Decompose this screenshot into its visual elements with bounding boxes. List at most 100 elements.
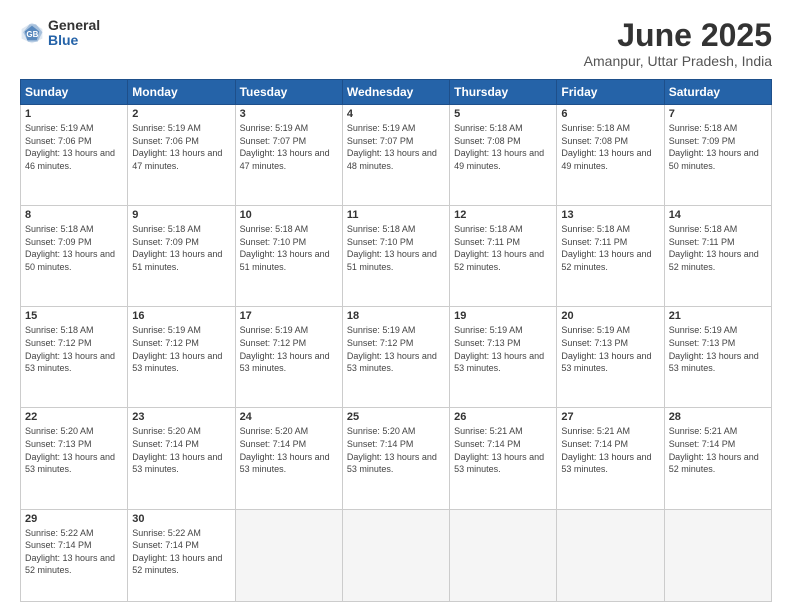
cell-info: Sunrise: 5:19 AMSunset: 7:06 PMDaylight:… bbox=[132, 123, 222, 171]
day-number: 3 bbox=[240, 108, 338, 120]
table-row: 29 Sunrise: 5:22 AMSunset: 7:14 PMDayligh… bbox=[21, 509, 128, 602]
day-number: 17 bbox=[240, 310, 338, 322]
cell-info: Sunrise: 5:22 AMSunset: 7:14 PMDaylight:… bbox=[132, 528, 222, 576]
day-number: 20 bbox=[561, 310, 659, 322]
table-row bbox=[235, 509, 342, 602]
cell-info: Sunrise: 5:18 AMSunset: 7:08 PMDaylight:… bbox=[454, 123, 544, 171]
cell-info: Sunrise: 5:18 AMSunset: 7:09 PMDaylight:… bbox=[25, 224, 115, 272]
table-row: 2 Sunrise: 5:19 AMSunset: 7:06 PMDaylight… bbox=[128, 105, 235, 206]
calendar-header-row: Sunday Monday Tuesday Wednesday Thursday… bbox=[21, 80, 772, 105]
table-row: 14 Sunrise: 5:18 AMSunset: 7:11 PMDayligh… bbox=[664, 206, 771, 307]
day-number: 25 bbox=[347, 411, 445, 423]
table-row: 6Sunrise: 5:18 AMSunset: 7:08 PMDaylight… bbox=[557, 105, 664, 206]
day-number: 18 bbox=[347, 310, 445, 322]
cell-info: Sunrise: 5:19 AMSunset: 7:07 PMDaylight:… bbox=[347, 123, 437, 171]
table-row: 27 Sunrise: 5:21 AMSunset: 7:14 PMDayligh… bbox=[557, 408, 664, 509]
table-row: 24 Sunrise: 5:20 AMSunset: 7:14 PMDayligh… bbox=[235, 408, 342, 509]
table-row: 1 Sunrise: 5:19 AMSunset: 7:06 PMDaylight… bbox=[21, 105, 128, 206]
title-block: June 2025 Amanpur, Uttar Pradesh, India bbox=[584, 18, 772, 69]
cell-info: Sunrise: 5:21 AMSunset: 7:14 PMDaylight:… bbox=[454, 426, 544, 474]
col-monday: Monday bbox=[128, 80, 235, 105]
table-row bbox=[450, 509, 557, 602]
col-wednesday: Wednesday bbox=[342, 80, 449, 105]
day-number: 1 bbox=[25, 108, 123, 120]
logo-blue: Blue bbox=[48, 32, 78, 48]
cell-info: Sunrise: 5:19 AMSunset: 7:13 PMDaylight:… bbox=[669, 325, 759, 373]
day-number: 22 bbox=[25, 411, 123, 423]
day-number: 30 bbox=[132, 513, 230, 525]
day-number: 15 bbox=[25, 310, 123, 322]
cell-info: Sunrise: 5:18 AMSunset: 7:09 PMDaylight:… bbox=[669, 123, 759, 171]
table-row: 30 Sunrise: 5:22 AMSunset: 7:14 PMDayligh… bbox=[128, 509, 235, 602]
table-row: 15Sunrise: 5:18 AMSunset: 7:12 PMDayligh… bbox=[21, 307, 128, 408]
day-number: 29 bbox=[25, 513, 123, 525]
day-number: 27 bbox=[561, 411, 659, 423]
cell-info: Sunrise: 5:19 AMSunset: 7:12 PMDaylight:… bbox=[240, 325, 330, 373]
cell-info: Sunrise: 5:20 AMSunset: 7:14 PMDaylight:… bbox=[240, 426, 330, 474]
cell-info: Sunrise: 5:22 AMSunset: 7:14 PMDaylight:… bbox=[25, 528, 115, 576]
cell-info: Sunrise: 5:19 AMSunset: 7:12 PMDaylight:… bbox=[132, 325, 222, 373]
logo: GB General Blue bbox=[20, 18, 100, 49]
table-row bbox=[342, 509, 449, 602]
logo-text: General Blue bbox=[48, 18, 100, 49]
table-row: 9 Sunrise: 5:18 AMSunset: 7:09 PMDaylight… bbox=[128, 206, 235, 307]
table-row: 12 Sunrise: 5:18 AMSunset: 7:11 PMDayligh… bbox=[450, 206, 557, 307]
day-number: 12 bbox=[454, 209, 552, 221]
day-number: 4 bbox=[347, 108, 445, 120]
cell-info: Sunrise: 5:19 AMSunset: 7:13 PMDaylight:… bbox=[454, 325, 544, 373]
table-row: 19 Sunrise: 5:19 AMSunset: 7:13 PMDayligh… bbox=[450, 307, 557, 408]
cell-info: Sunrise: 5:18 AMSunset: 7:09 PMDaylight:… bbox=[132, 224, 222, 272]
table-row: 8 Sunrise: 5:18 AMSunset: 7:09 PMDaylight… bbox=[21, 206, 128, 307]
cell-info: Sunrise: 5:20 AMSunset: 7:14 PMDaylight:… bbox=[347, 426, 437, 474]
svg-text:GB: GB bbox=[26, 30, 38, 39]
table-row bbox=[557, 509, 664, 602]
month-year: June 2025 bbox=[584, 18, 772, 53]
table-row: 25 Sunrise: 5:20 AMSunset: 7:14 PMDayligh… bbox=[342, 408, 449, 509]
table-row: 5Sunrise: 5:18 AMSunset: 7:08 PMDaylight… bbox=[450, 105, 557, 206]
cell-info: Sunrise: 5:19 AMSunset: 7:13 PMDaylight:… bbox=[561, 325, 651, 373]
day-number: 11 bbox=[347, 209, 445, 221]
cell-info: Sunrise: 5:18 AMSunset: 7:11 PMDaylight:… bbox=[454, 224, 544, 272]
cell-info: Sunrise: 5:20 AMSunset: 7:13 PMDaylight:… bbox=[25, 426, 115, 474]
day-number: 26 bbox=[454, 411, 552, 423]
day-number: 7 bbox=[669, 108, 767, 120]
cell-info: Sunrise: 5:18 AMSunset: 7:11 PMDaylight:… bbox=[669, 224, 759, 272]
day-number: 2 bbox=[132, 108, 230, 120]
header: GB General Blue June 2025 Amanpur, Uttar… bbox=[20, 18, 772, 69]
cell-info: Sunrise: 5:19 AMSunset: 7:12 PMDaylight:… bbox=[347, 325, 437, 373]
day-number: 14 bbox=[669, 209, 767, 221]
cell-info: Sunrise: 5:19 AMSunset: 7:06 PMDaylight:… bbox=[25, 123, 115, 171]
page: GB General Blue June 2025 Amanpur, Uttar… bbox=[0, 0, 792, 612]
day-number: 16 bbox=[132, 310, 230, 322]
cell-info: Sunrise: 5:21 AMSunset: 7:14 PMDaylight:… bbox=[561, 426, 651, 474]
day-number: 21 bbox=[669, 310, 767, 322]
day-number: 19 bbox=[454, 310, 552, 322]
cell-info: Sunrise: 5:19 AMSunset: 7:07 PMDaylight:… bbox=[240, 123, 330, 171]
cell-info: Sunrise: 5:21 AMSunset: 7:14 PMDaylight:… bbox=[669, 426, 759, 474]
cell-info: Sunrise: 5:18 AMSunset: 7:11 PMDaylight:… bbox=[561, 224, 651, 272]
calendar-table: Sunday Monday Tuesday Wednesday Thursday… bbox=[20, 79, 772, 602]
table-row: 21 Sunrise: 5:19 AMSunset: 7:13 PMDayligh… bbox=[664, 307, 771, 408]
table-row: 28 Sunrise: 5:21 AMSunset: 7:14 PMDayligh… bbox=[664, 408, 771, 509]
location: Amanpur, Uttar Pradesh, India bbox=[584, 53, 772, 69]
logo-icon: GB bbox=[20, 21, 44, 45]
table-row: 7 Sunrise: 5:18 AMSunset: 7:09 PMDaylight… bbox=[664, 105, 771, 206]
table-row: 22 Sunrise: 5:20 AMSunset: 7:13 PMDayligh… bbox=[21, 408, 128, 509]
table-row: 26 Sunrise: 5:21 AMSunset: 7:14 PMDayligh… bbox=[450, 408, 557, 509]
day-number: 6 bbox=[561, 108, 659, 120]
col-sunday: Sunday bbox=[21, 80, 128, 105]
table-row: 13Sunrise: 5:18 AMSunset: 7:11 PMDayligh… bbox=[557, 206, 664, 307]
cell-info: Sunrise: 5:18 AMSunset: 7:10 PMDaylight:… bbox=[347, 224, 437, 272]
col-thursday: Thursday bbox=[450, 80, 557, 105]
col-saturday: Saturday bbox=[664, 80, 771, 105]
day-number: 9 bbox=[132, 209, 230, 221]
day-number: 28 bbox=[669, 411, 767, 423]
col-tuesday: Tuesday bbox=[235, 80, 342, 105]
day-number: 8 bbox=[25, 209, 123, 221]
day-number: 23 bbox=[132, 411, 230, 423]
table-row: 11 Sunrise: 5:18 AMSunset: 7:10 PMDayligh… bbox=[342, 206, 449, 307]
table-row: 16 Sunrise: 5:19 AMSunset: 7:12 PMDayligh… bbox=[128, 307, 235, 408]
day-number: 24 bbox=[240, 411, 338, 423]
cell-info: Sunrise: 5:20 AMSunset: 7:14 PMDaylight:… bbox=[132, 426, 222, 474]
table-row bbox=[664, 509, 771, 602]
